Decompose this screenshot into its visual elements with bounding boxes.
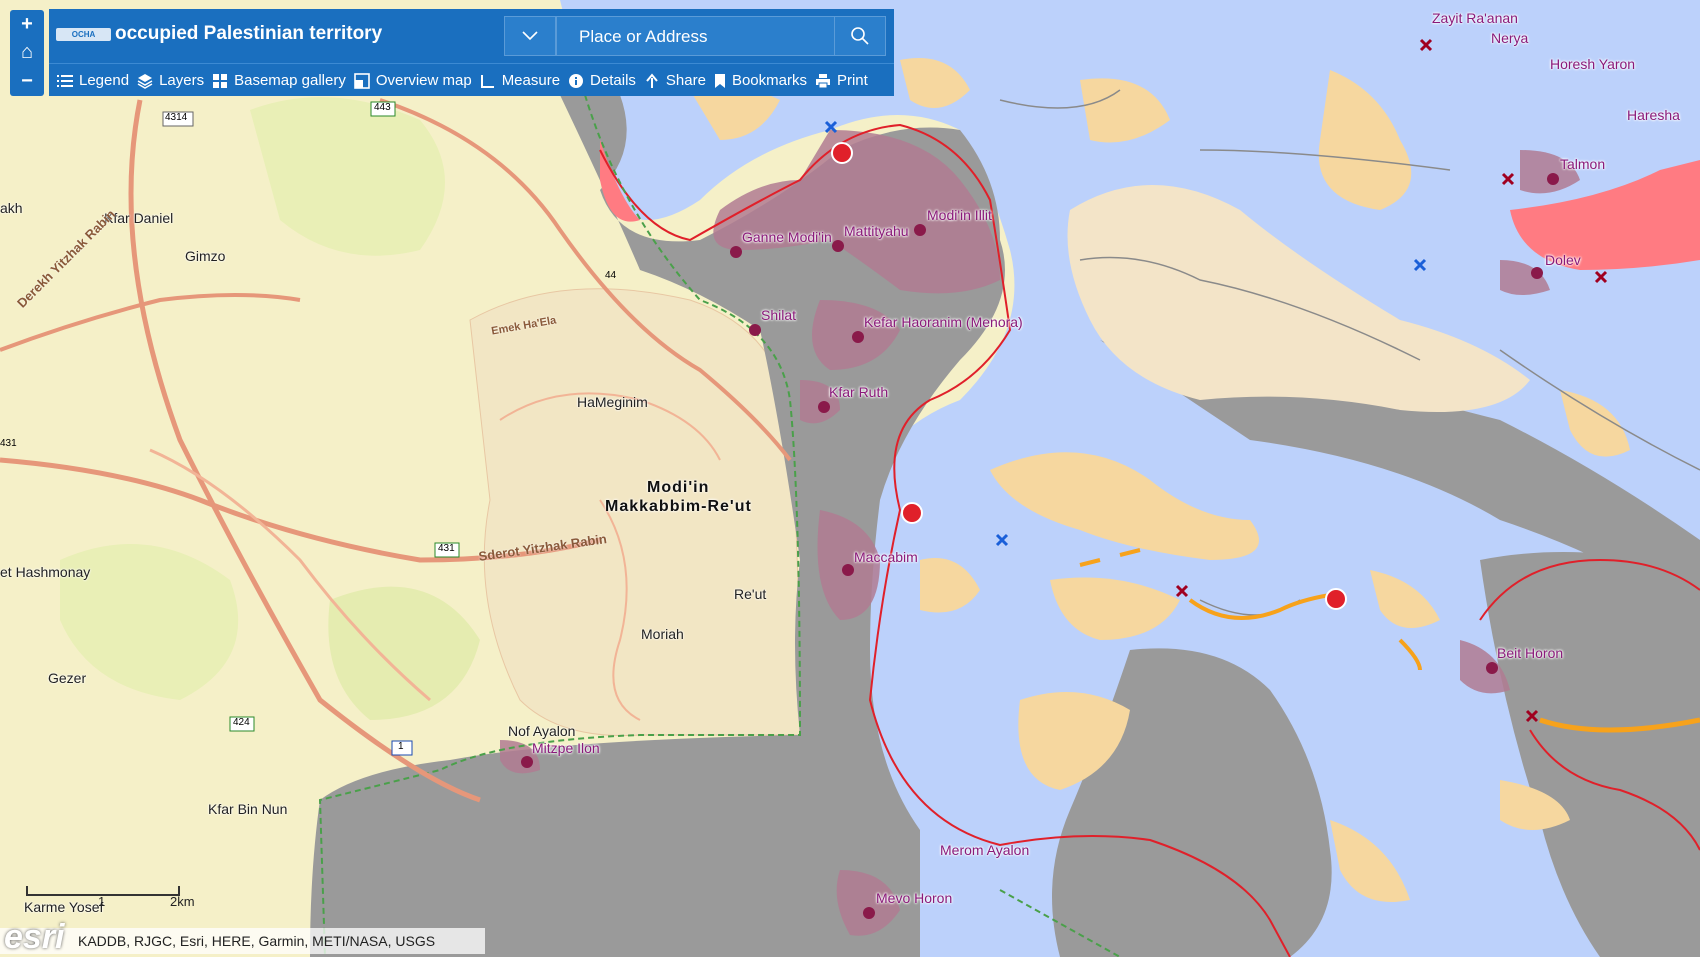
label-moriah: Moriah <box>641 626 684 642</box>
label-kfar-ruth: Kfar Ruth <box>829 384 889 400</box>
esri-logo: esri <box>4 918 65 956</box>
app-title: occupied Palestinian territory <box>115 23 383 44</box>
ruler-icon <box>480 74 494 88</box>
grid-icon <box>213 73 228 88</box>
label-dolev: Dolev <box>1545 252 1581 268</box>
share-button[interactable]: Share <box>644 72 706 89</box>
label-karme-yosef: Karme Yosef <box>24 899 104 915</box>
ocha-logo: OCHA <box>56 28 111 41</box>
share-label: Share <box>665 72 706 89</box>
shield-424: 424 <box>233 717 250 728</box>
share-icon <box>646 72 658 88</box>
attribution-text: KADDB, RJGC, Esri, HERE, Garmin, METI/NA… <box>78 933 436 949</box>
basemap-gallery-button[interactable]: Basemap gallery <box>212 72 346 89</box>
label-nerya: Nerya <box>1491 30 1529 46</box>
label-zayit-raanan: Zayit Ra'anan <box>1432 10 1518 26</box>
scale-bar-tick: 1 <box>98 894 106 909</box>
label-makkabbim-reut: Makkabbim-Re'ut <box>605 498 752 515</box>
overview-map-label: Overview map <box>375 72 472 89</box>
label-reut: Re'ut <box>734 586 767 602</box>
search-input[interactable] <box>557 17 841 57</box>
measure-label: Measure <box>501 72 561 89</box>
zoom-in-button[interactable]: + <box>10 10 44 38</box>
label-modiin-illit: Modi'in Illit <box>927 207 992 223</box>
scale-bar: 2km 1 <box>26 886 195 909</box>
details-button[interactable]: Details <box>568 72 636 89</box>
label-modiin-city: Modi'in <box>647 479 710 496</box>
layers-button[interactable]: Layers <box>137 72 204 89</box>
search-button[interactable] <box>834 17 885 55</box>
label-ganne-modiin: Ganne Modi'in <box>742 229 832 245</box>
label-kfar-bin-nun: Kfar Bin Nun <box>208 801 288 817</box>
app-header: OCHA occupied Palestinian territory Lege… <box>49 9 894 96</box>
shield-4314: 4314 <box>165 112 188 123</box>
details-label: Details <box>590 72 636 89</box>
overview-icon <box>354 72 370 89</box>
label-kefar-haoranim: Kefar Haoranim (Menora) <box>864 314 1023 330</box>
label-beit-horon: Beit Horon <box>1497 645 1564 661</box>
shield-431-west: 431 <box>0 438 17 449</box>
search-icon <box>851 27 869 45</box>
search-source-dropdown[interactable] <box>504 16 556 56</box>
label-mevo-horon: Mevo Horon <box>876 890 953 906</box>
label-shilat: Shilat <box>761 307 797 323</box>
shield-44: 44 <box>605 270 617 281</box>
attribution-bar: KADDB, RJGC, Esri, HERE, Garmin, METI/NA… <box>0 928 485 954</box>
home-button[interactable]: ⌂ <box>10 39 44 67</box>
bookmark-icon <box>714 73 725 88</box>
label-akh: akh <box>0 200 23 216</box>
basemap-gallery-label: Basemap gallery <box>234 72 346 89</box>
label-gimzo: Gimzo <box>185 248 226 264</box>
info-icon <box>569 73 584 88</box>
print-icon <box>815 73 830 88</box>
zoom-out-button[interactable]: − <box>10 68 44 96</box>
zoom-controls: + ⌂ − <box>10 10 44 96</box>
layers-icon <box>137 73 153 89</box>
bookmarks-button[interactable]: Bookmarks <box>714 72 807 89</box>
label-mitzpe-ilon: Mitzpe Ilon <box>532 740 600 756</box>
label-haresha: Haresha <box>1627 107 1680 123</box>
label-horesh-yaron: Horesh Yaron <box>1550 56 1636 72</box>
shield-431: 431 <box>438 543 455 554</box>
label-mattityahu: Mattityahu <box>844 223 909 239</box>
legend-button[interactable]: Legend <box>57 72 129 89</box>
label-talmon: Talmon <box>1560 156 1606 172</box>
label-hameginim: HaMeginim <box>577 394 648 410</box>
list-icon <box>57 74 73 87</box>
label-nof-ayalon: Nof Ayalon <box>508 723 576 739</box>
chevron-down-icon <box>522 31 538 41</box>
label-maccabim: Maccabim <box>854 549 918 565</box>
scale-bar-label: 2km <box>170 894 195 909</box>
label-et-hashmonay: et Hashmonay <box>0 564 91 580</box>
print-button[interactable]: Print <box>815 72 868 89</box>
shield-1: 1 <box>398 741 404 752</box>
measure-button[interactable]: Measure <box>480 72 560 89</box>
layers-label: Layers <box>159 72 205 89</box>
shield-443: 443 <box>374 102 391 113</box>
legend-label: Legend <box>79 72 130 89</box>
label-gezer: Gezer <box>48 670 87 686</box>
toolbar: Legend Layers Basemap gallery Overview m… <box>49 63 894 97</box>
bookmarks-label: Bookmarks <box>731 72 807 89</box>
label-merom-ayalon: Merom Ayalon <box>940 842 1030 858</box>
overview-map-button[interactable]: Overview map <box>354 72 472 89</box>
print-label: Print <box>836 72 868 89</box>
search-box <box>556 16 886 57</box>
